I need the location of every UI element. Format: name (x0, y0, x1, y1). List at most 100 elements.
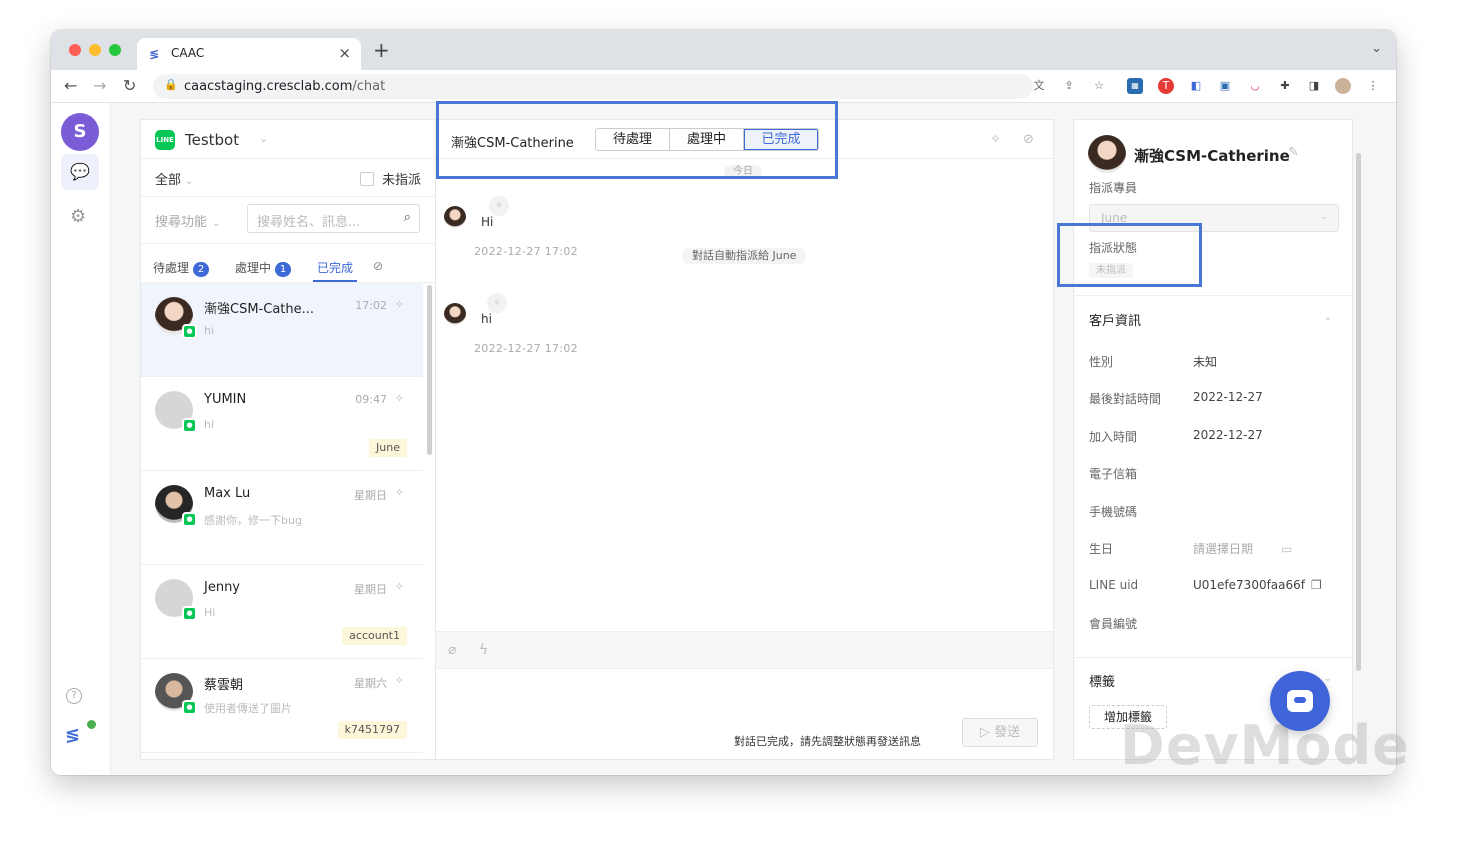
new-tab-icon[interactable]: + (373, 38, 390, 62)
highlight-box-assign-status (1057, 223, 1202, 287)
extensions-puzzle-icon[interactable]: ✚ (1277, 78, 1293, 94)
block-icon[interactable]: ⊘ (1023, 132, 1034, 147)
tab-completed[interactable]: 已完成 (312, 259, 358, 282)
search-input[interactable]: 搜尋姓名、訊息... ⌕ (247, 204, 420, 233)
field-key: 性別 (1089, 355, 1114, 369)
edit-pencil-icon[interactable]: ✎ (1288, 145, 1299, 160)
pin-icon[interactable]: ✧ (395, 580, 404, 593)
close-tab-icon[interactable]: × (338, 44, 351, 62)
pin-icon[interactable]: ✧ (395, 674, 404, 687)
pocket-icon[interactable]: ◡ (1247, 78, 1263, 94)
tab-blocked-icon[interactable]: ⊘ (373, 259, 383, 273)
browser-menu-icon[interactable]: ⋮ (1365, 78, 1381, 94)
cresclab-favicon-icon: ≶ (149, 47, 160, 61)
list-scrollbar[interactable] (427, 285, 432, 455)
checkbox-box[interactable] (359, 172, 374, 186)
list-item[interactable]: ● 漸強CSM-Cathe... hi 17:02 ✧ (141, 283, 423, 377)
tab-processing[interactable]: 處理中 1 (235, 259, 292, 277)
contact-name: Jenny (204, 580, 241, 595)
send-button[interactable]: ▷ 發送 (962, 718, 1038, 747)
line-badge-icon: ● (182, 512, 197, 527)
translate-icon[interactable]: 文 (1031, 78, 1047, 94)
tab-pending[interactable]: 待處理 2 (153, 259, 210, 277)
field-value: 2022-12-27 (1193, 390, 1263, 404)
cresclab-logo-icon[interactable]: S (61, 113, 99, 151)
list-item[interactable]: ● 蔡雲朝 使用者傳送了圖片 星期六 ✧ k7451797 (141, 659, 423, 753)
info-scrollbar[interactable] (1356, 153, 1361, 671)
copy-icon[interactable]: ❐ (1311, 578, 1322, 592)
pin-icon[interactable]: ✧ (487, 293, 507, 313)
field-value: 2022-12-27 (1193, 428, 1263, 442)
pin-icon[interactable]: ✧ (395, 392, 404, 405)
attachment-icon[interactable]: ⌀ (448, 642, 456, 658)
list-item[interactable]: ● YUMIN hi 09:47 ✧ June (141, 377, 423, 471)
customer-info-section-title[interactable]: 客戶資訊 (1089, 310, 1141, 329)
share-icon[interactable]: ⇪ (1061, 78, 1077, 94)
snip-extension-icon[interactable]: ▣ (1217, 78, 1233, 94)
field-value: 未知 (1193, 355, 1218, 369)
online-status-dot (87, 720, 96, 729)
pin-icon[interactable]: ✧ (990, 132, 1001, 147)
list-item[interactable]: ● Max Lu 感謝你，修一下bug 星期日 ✧ (141, 471, 423, 565)
customer-info-panel: 漸強CSM-Catherine ✎ 指派專員 June ⌄ 指派狀態 未指派 客… (1073, 119, 1353, 760)
lock-icon: 🔒 (164, 78, 178, 91)
line-uid-value: U01efe7300faa66f (1193, 578, 1306, 592)
line-badge-icon: ● (182, 606, 197, 621)
chevron-down-icon[interactable]: ⌄ (1324, 673, 1332, 684)
chat-support-button[interactable] (1270, 671, 1330, 731)
birthday-date-picker[interactable]: 請選擇日期 ▭ (1193, 540, 1292, 557)
pin-icon[interactable]: ✧ (395, 486, 404, 499)
field-key: 手機號碼 (1089, 505, 1138, 519)
close-window-button[interactable] (69, 44, 81, 56)
devmode-watermark: DevMode (1120, 714, 1410, 777)
highlight-box-status (436, 101, 838, 179)
chevron-down-icon: ⌄ (185, 176, 194, 187)
chat-icon[interactable]: 💬 (61, 154, 99, 190)
assignee-tag: June (369, 439, 407, 457)
divider (141, 196, 435, 197)
list-item[interactable]: ● Jenny Hi 星期日 ✧ account1 (141, 565, 423, 659)
count-badge: 1 (275, 262, 292, 277)
sidepanel-icon[interactable]: ◨ (1306, 78, 1322, 94)
message-text: hi (481, 312, 492, 326)
reload-icon[interactable]: ↻ (123, 76, 136, 95)
forward-icon[interactable]: → (93, 76, 106, 95)
quick-reply-icon[interactable]: ϟ (479, 642, 488, 658)
field-key: 加入時間 (1089, 430, 1138, 444)
unassigned-label: 未指派 (381, 173, 421, 188)
red-extension-icon[interactable]: T (1158, 78, 1174, 94)
help-icon[interactable]: ? (66, 688, 82, 704)
chevron-down-icon: ⌄ (212, 218, 221, 229)
search-placeholder: 搜尋姓名、訊息... (257, 215, 361, 230)
browser-tab[interactable]: ≶ CAAC × (137, 38, 361, 70)
filter-dropdown[interactable]: 全部 ⌄ (155, 169, 193, 188)
url-path: /chat (352, 79, 386, 94)
pin-icon[interactable]: ✧ (395, 298, 404, 311)
message-preview: hi (204, 324, 215, 337)
tags-section-title[interactable]: 標籤 (1089, 671, 1115, 690)
chevron-down-icon[interactable]: ⌄ (1324, 312, 1332, 323)
unassigned-checkbox[interactable]: 未指派 (359, 169, 421, 188)
minimize-window-button[interactable] (89, 44, 101, 56)
back-icon[interactable]: ← (64, 76, 77, 95)
divider (1074, 295, 1352, 296)
bookmark-star-icon[interactable]: ☆ (1091, 78, 1107, 94)
assignee-tag: k7451797 (337, 721, 407, 739)
contact-name: YUMIN (204, 392, 247, 407)
blue-extension-icon[interactable]: ◧ (1188, 78, 1204, 94)
search-icon[interactable]: ⌕ (404, 210, 411, 225)
message-preview: 使用者傳送了圖片 (204, 702, 292, 715)
divider (1074, 657, 1352, 658)
tab-label: 已完成 (317, 261, 354, 275)
profile-avatar[interactable] (1335, 78, 1351, 94)
line-badge-icon: ● (182, 700, 197, 715)
contact-name: Max Lu (204, 486, 251, 501)
search-field-select[interactable]: 搜尋功能 ⌄ (155, 211, 220, 230)
calendar-extension-icon[interactable]: ▦ (1127, 78, 1143, 94)
url-field[interactable]: 🔒 caacstaging.cresclab.com/chat (153, 74, 1033, 99)
tab-search-chevron-icon[interactable]: ⌄ (1371, 41, 1382, 56)
pin-icon[interactable]: ✧ (489, 196, 509, 216)
gear-icon[interactable]: ⚙ (70, 206, 86, 227)
completed-notice: 對話已完成，請先調整狀態再發送訊息 (734, 735, 921, 748)
maximize-window-button[interactable] (109, 44, 121, 56)
